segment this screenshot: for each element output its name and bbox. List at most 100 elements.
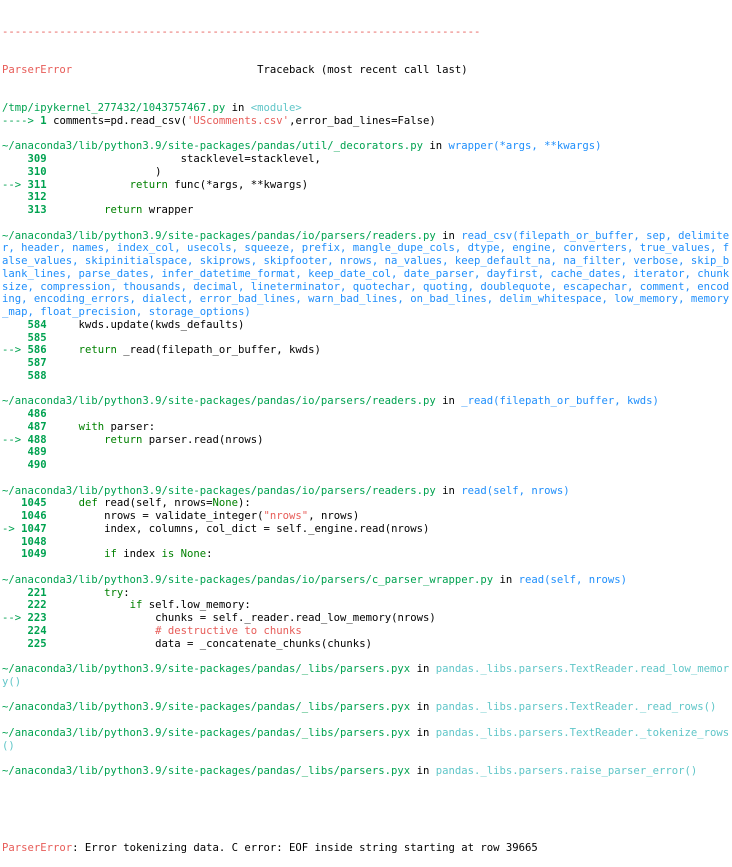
- line-code: return wrapper: [104, 204, 194, 216]
- source-line: 490: [2, 459, 730, 472]
- function-signature-continued: alse_values, skipinitialspace, skiprows,…: [2, 255, 730, 267]
- source-line: 312: [2, 191, 730, 204]
- line-code: kwds.update(kwds_defaults): [53, 318, 245, 331]
- line-code: index, columns, col_dict = self._engine.…: [53, 522, 430, 535]
- frame-gap: [2, 383, 730, 396]
- line-arrow: -->: [2, 612, 28, 624]
- final-error-name: ParserError: [2, 841, 73, 854]
- header-spacer: [72, 64, 257, 76]
- line-number: 222: [27, 599, 47, 612]
- frame-location-line: size, compression, thousands, decimal, l…: [2, 281, 730, 294]
- line-number: 309: [27, 153, 47, 165]
- line-arrow: [2, 421, 28, 433]
- line-arrow: ---->: [2, 114, 41, 127]
- line-arrow: [2, 625, 28, 637]
- line-code: return func(*args, **kwargs): [129, 178, 309, 191]
- source-line: 224 # destructive to chunks: [2, 625, 730, 638]
- function-signature-continued: (): [2, 739, 15, 752]
- source-line: 1045 def read(self, nrows=None):: [2, 497, 730, 510]
- line-arrow: [2, 370, 28, 382]
- line-number: 489: [27, 446, 47, 459]
- frame-gap: [2, 752, 730, 765]
- line-code: nrows = validate_integer("nrows", nrows): [53, 510, 360, 522]
- source-line: 222 if self.low_memory:: [2, 599, 730, 612]
- line-code: return parser.read(nrows): [104, 433, 264, 446]
- source-line: 585: [2, 332, 730, 345]
- file-path: ~/anaconda3/lib/python3.9/site-packages/…: [2, 484, 436, 497]
- line-number: 224: [27, 624, 47, 637]
- line-code: def read(self, nrows=None):: [78, 497, 251, 510]
- function-signature-continued: y(): [2, 675, 22, 688]
- line-code: data = _concatenate_chunks(chunks): [53, 637, 372, 650]
- line-arrow: [2, 510, 21, 522]
- frame-location-line: ~/anaconda3/lib/python3.9/site-packages/…: [2, 140, 602, 153]
- line-code: ): [53, 165, 162, 178]
- line-number: 221: [27, 586, 47, 599]
- line-arrow: [2, 204, 28, 216]
- line-number: 312: [27, 191, 47, 204]
- frame-location-line: lank_lines, parse_dates, infer_datetime_…: [2, 268, 730, 281]
- function-signature: pandas._libs.parsers.TextReader.read_low…: [435, 663, 730, 675]
- file-path: ~/anaconda3/lib/python3.9/site-packages/…: [2, 573, 494, 586]
- function-signature-continued: _map, float_precision, storage_options): [2, 306, 251, 318]
- traceback-output: ----------------------------------------…: [2, 0, 730, 867]
- function-signature: _read(filepath_or_buffer, kwds): [461, 395, 659, 408]
- function-signature-continued: r, header, names, index_col, usecols, sq…: [2, 242, 730, 255]
- source-line: 225 data = _concatenate_chunks(chunks): [2, 638, 730, 651]
- source-line: --> 223 chunks = self._reader.read_low_m…: [2, 612, 730, 625]
- traceback-header: ParserError Traceback (most recent call …: [2, 64, 730, 77]
- line-code: chunks = self._reader.read_low_memory(nr…: [53, 612, 436, 624]
- line-number: 1046: [21, 510, 47, 522]
- frame-location-line: /tmp/ipykernel_277432/1043757467.py in <…: [2, 102, 302, 114]
- frame-location-line: _map, float_precision, storage_options): [2, 306, 730, 319]
- line-arrow: [2, 536, 21, 548]
- frame-location-line: ~/anaconda3/lib/python3.9/site-packages/…: [2, 573, 628, 586]
- file-path: ~/anaconda3/lib/python3.9/site-packages/…: [2, 229, 436, 242]
- line-number: 487: [27, 420, 47, 433]
- source-line: 1049 if index is None:: [2, 548, 730, 561]
- function-signature: pandas._libs.parsers.raise_parser_error(…: [435, 765, 698, 777]
- frame-gap: [2, 128, 730, 141]
- source-line: 1048: [2, 536, 730, 549]
- frame-location-line: ~/anaconda3/lib/python3.9/site-packages/…: [2, 395, 659, 408]
- source-line: 309 stacklevel=stacklevel,: [2, 153, 730, 166]
- function-signature: read_csv(filepath_or_buffer, sep, delimi…: [461, 229, 730, 242]
- function-signature: pandas._libs.parsers.TextReader._read_ro…: [435, 701, 717, 714]
- line-arrow: [2, 459, 28, 471]
- source-line: --> 311 return func(*args, **kwargs): [2, 179, 730, 192]
- frame-location-line: ~/anaconda3/lib/python3.9/site-packages/…: [2, 765, 698, 777]
- error-name: ParserError: [2, 63, 73, 76]
- line-arrow: [2, 638, 28, 650]
- source-line: 486: [2, 408, 730, 421]
- line-code: with parser:: [78, 420, 156, 433]
- line-arrow: [2, 332, 28, 344]
- line-number: 225: [27, 637, 47, 650]
- line-number: 490: [27, 459, 47, 471]
- line-arrow: [2, 446, 28, 458]
- source-line: --> 488 return parser.read(nrows): [2, 434, 730, 447]
- frame-location-line: (): [2, 740, 730, 753]
- line-arrow: [2, 599, 28, 611]
- function-signature: <module>: [250, 102, 302, 114]
- line-number: 1047: [21, 522, 47, 535]
- frame-location-line: ~/anaconda3/lib/python3.9/site-packages/…: [2, 229, 730, 242]
- line-arrow: -->: [2, 178, 28, 191]
- function-signature-continued: lank_lines, parse_dates, infer_datetime_…: [2, 267, 730, 280]
- source-line: 584 kwds.update(kwds_defaults): [2, 319, 730, 332]
- line-number: 1048: [21, 535, 47, 548]
- line-number: 313: [27, 204, 47, 216]
- line-number: 586: [27, 344, 47, 357]
- line-number: 223: [27, 612, 47, 624]
- line-arrow: [2, 191, 28, 203]
- line-number: 584: [27, 318, 47, 331]
- line-number: 585: [27, 331, 47, 344]
- file-path: ~/anaconda3/lib/python3.9/site-packages/…: [2, 395, 436, 408]
- line-code: stacklevel=stacklevel,: [53, 153, 321, 165]
- source-line: ----> 1 comments=pd.read_csv('UScomments…: [2, 115, 730, 128]
- source-line: 587: [2, 357, 730, 370]
- source-line: 313 return wrapper: [2, 204, 730, 217]
- line-number: 1: [40, 114, 47, 127]
- function-signature-continued: ing, encoding_errors, dialect, error_bad…: [2, 293, 730, 306]
- line-number: 1049: [21, 548, 47, 561]
- function-signature: read(self, nrows): [518, 573, 628, 586]
